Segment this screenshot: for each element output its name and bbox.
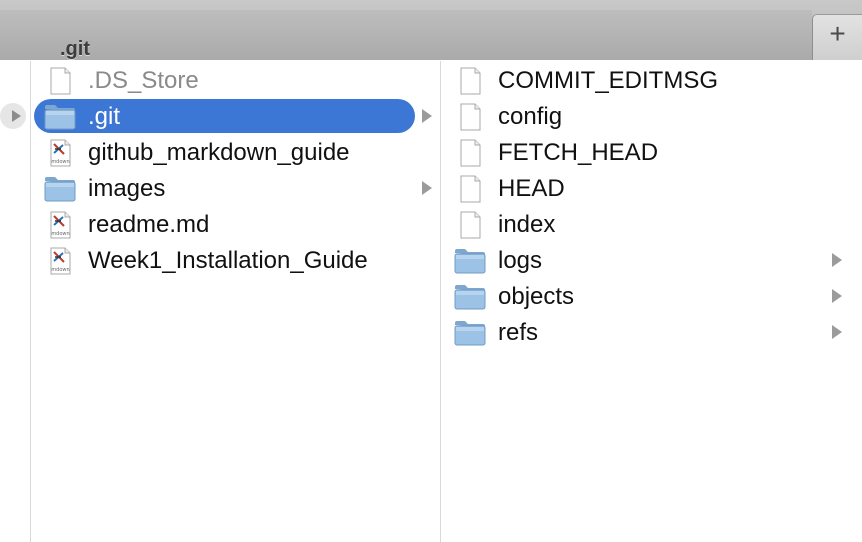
browser-column-1[interactable]: .DS_Store .git mdown github_markdown_guidei…	[32, 61, 441, 542]
document-icon	[454, 211, 486, 239]
parent-column[interactable]	[0, 61, 31, 542]
item-label: refs	[498, 319, 539, 346]
svg-text:mdown: mdown	[51, 231, 69, 237]
chevron-right-icon	[422, 181, 432, 195]
chevron-right-icon	[832, 325, 842, 339]
svg-text:mdown: mdown	[51, 267, 69, 273]
item-label: index	[498, 211, 556, 238]
chevron-right-icon	[832, 253, 842, 267]
item-label: HEAD	[498, 175, 565, 202]
chevron-right-icon	[422, 109, 432, 123]
document-icon	[454, 67, 486, 95]
mdown-file-icon: mdown	[44, 247, 76, 275]
item-label: github_markdown_guide	[88, 139, 350, 166]
chevron-right-icon	[832, 289, 842, 303]
list-item[interactable]: FETCH_HEAD	[442, 135, 862, 169]
list-item[interactable]: images	[32, 171, 440, 205]
document-icon	[454, 139, 486, 167]
item-label: .DS_Store	[88, 67, 199, 94]
mdown-file-icon: mdown	[44, 211, 76, 239]
item-label: COMMIT_EDITMSG	[498, 67, 718, 94]
folder-icon	[454, 283, 486, 311]
document-icon	[454, 175, 486, 203]
item-label: images	[88, 175, 166, 202]
tab-git[interactable]: .git	[0, 10, 812, 60]
list-item[interactable]: mdown readme.md	[32, 207, 440, 241]
browser-column-2[interactable]: COMMIT_EDITMSGconfig FETCH_HEAD HEAD index l…	[442, 61, 862, 542]
folder-icon	[44, 103, 76, 131]
item-label: .git	[88, 103, 121, 130]
new-tab-button[interactable]: +	[812, 14, 862, 60]
item-label: logs	[498, 247, 543, 274]
tab-bar: .git +	[0, 0, 862, 60]
list-item[interactable]: index	[442, 207, 862, 241]
svg-text:mdown: mdown	[51, 159, 69, 165]
item-label: readme.md	[88, 211, 210, 238]
list-item[interactable]: refs	[442, 315, 862, 349]
item-label: config	[498, 103, 563, 130]
tab-title: .git	[60, 38, 90, 60]
list-item[interactable]: config	[442, 99, 862, 133]
folder-icon	[454, 247, 486, 275]
item-label: FETCH_HEAD	[498, 139, 659, 166]
item-label: objects	[498, 283, 575, 310]
list-item[interactable]: COMMIT_EDITMSG	[442, 63, 862, 97]
mdown-file-icon: mdown	[44, 139, 76, 167]
list-item[interactable]: mdown github_markdown_guide	[32, 135, 440, 169]
list-item[interactable]: mdown Week1_Installation_Guide	[32, 243, 440, 277]
folder-icon	[454, 319, 486, 347]
plus-icon: +	[829, 18, 846, 49]
disclosure-arrow-icon[interactable]	[0, 103, 26, 129]
document-icon	[454, 103, 486, 131]
list-item[interactable]: .DS_Store	[32, 63, 440, 97]
list-item[interactable]: logs	[442, 243, 862, 277]
list-item[interactable]: objects	[442, 279, 862, 313]
item-label: Week1_Installation_Guide	[88, 247, 368, 274]
list-item[interactable]: .git	[32, 99, 440, 133]
list-item[interactable]: HEAD	[442, 171, 862, 205]
folder-icon	[44, 175, 76, 203]
document-icon	[44, 67, 76, 95]
